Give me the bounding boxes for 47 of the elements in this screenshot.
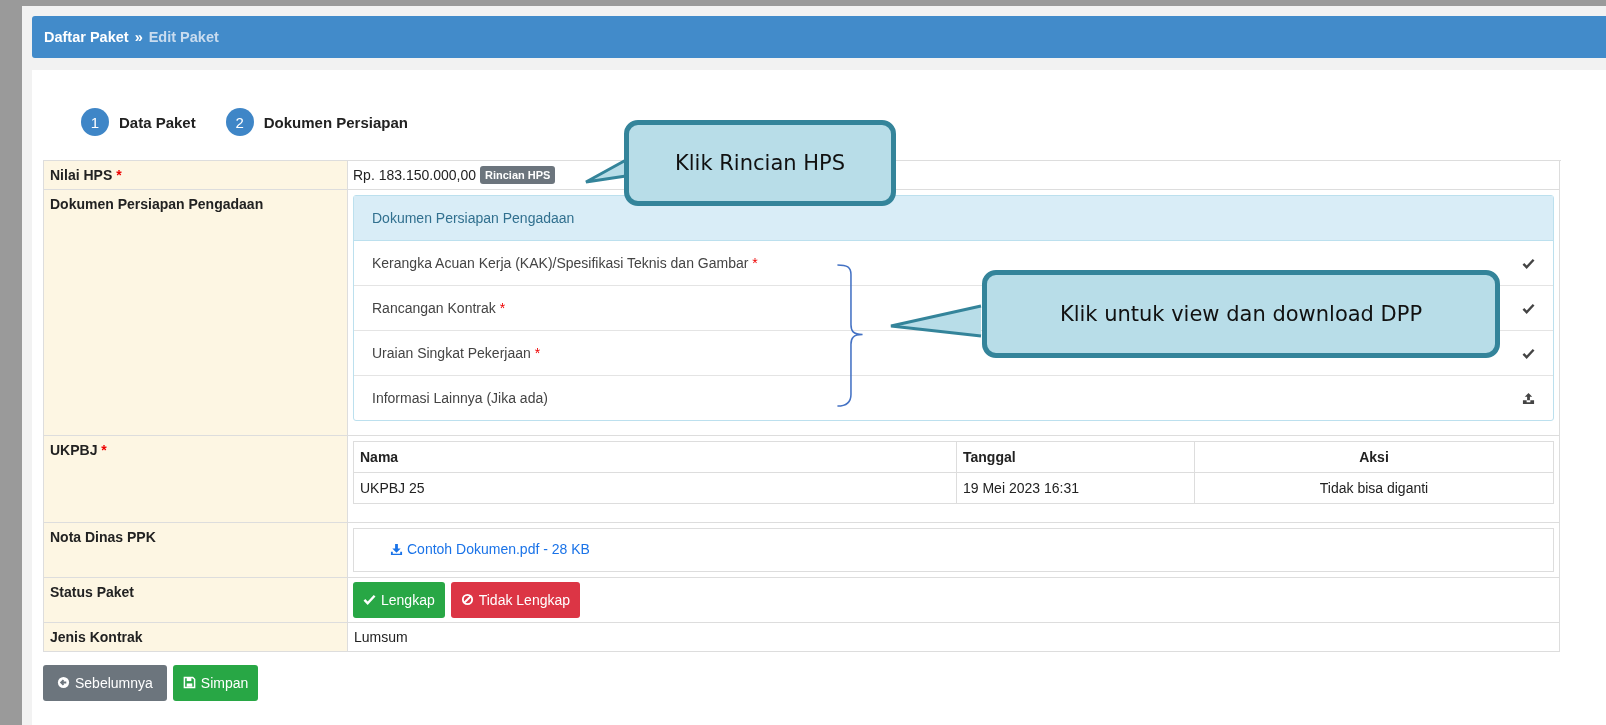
field-label: Dokumen Persiapan Pengadaan xyxy=(50,196,264,212)
check-icon xyxy=(1522,256,1535,270)
prohibited-icon xyxy=(460,593,474,606)
rincian-hps-button[interactable]: Rincian HPS xyxy=(480,166,556,184)
field-label: Nilai HPS xyxy=(50,167,113,183)
upload-icon[interactable] xyxy=(1522,391,1535,405)
table-cell: 19 Mei 2023 16:31 xyxy=(957,473,1195,504)
document-link[interactable]: Informasi Lainnya (Jika ada) xyxy=(372,390,548,406)
breadcrumb-link[interactable]: » xyxy=(134,29,143,45)
document-link[interactable]: Kerangka Acuan Kerja (KAK)/Spesifikasi Teknis dan Gambar xyxy=(372,255,749,271)
incomplete-button[interactable]: Tidak Lengkap xyxy=(450,581,581,618)
required-mark: * xyxy=(534,345,541,361)
column-header: Tanggal xyxy=(957,442,1195,473)
field-value: Lumsum xyxy=(354,628,408,645)
field-label: UKPBJ xyxy=(50,442,98,458)
required-mark: * xyxy=(116,167,122,183)
document-link[interactable]: Rancangan Kontrak xyxy=(372,300,496,316)
check-icon xyxy=(363,593,376,606)
breadcrumb-link[interactable]: Daftar Paket xyxy=(44,29,129,45)
check-icon xyxy=(1522,346,1535,360)
check-icon xyxy=(1522,301,1535,315)
step-label: Data Paket xyxy=(119,113,196,131)
required-mark: * xyxy=(101,442,107,458)
file-link[interactable]: Contoh Dokumen.pdf - 28 KB xyxy=(390,541,590,557)
step-number: 1 xyxy=(81,108,109,136)
column-header: Nama xyxy=(354,442,957,473)
previous-button[interactable]: Sebelumnya xyxy=(43,664,167,701)
panel-header: Dokumen Persiapan Pengadaan xyxy=(354,196,1553,241)
complete-button[interactable]: Lengkap xyxy=(353,581,445,618)
table-cell: UKPBJ 25 xyxy=(354,473,957,504)
table-cell: Tidak bisa diganti xyxy=(1195,473,1554,504)
hint-tooltip: Klik untuk view dan download DPP xyxy=(982,270,1500,358)
step-label: Dokumen Persiapan xyxy=(263,113,408,131)
column-header: Aksi xyxy=(1195,442,1554,473)
hps-value: Rp. 183.150.000,00 xyxy=(353,167,476,183)
field-label: Nota Dinas PPK xyxy=(50,529,156,545)
document-link[interactable]: Uraian Singkat Pekerjaan xyxy=(372,345,531,361)
back-arrow-icon xyxy=(57,676,70,689)
hint-tooltip: Klik Rincian HPS xyxy=(624,120,896,206)
save-button[interactable]: Simpan xyxy=(172,664,259,701)
breadcrumb-current: Edit Paket xyxy=(148,29,219,45)
field-label: Jenis Kontrak xyxy=(50,628,143,645)
step-number: 2 xyxy=(225,108,254,136)
required-mark: * xyxy=(499,300,506,316)
required-mark: * xyxy=(752,255,758,271)
download-icon xyxy=(390,542,403,556)
field-label: Status Paket xyxy=(50,583,135,600)
